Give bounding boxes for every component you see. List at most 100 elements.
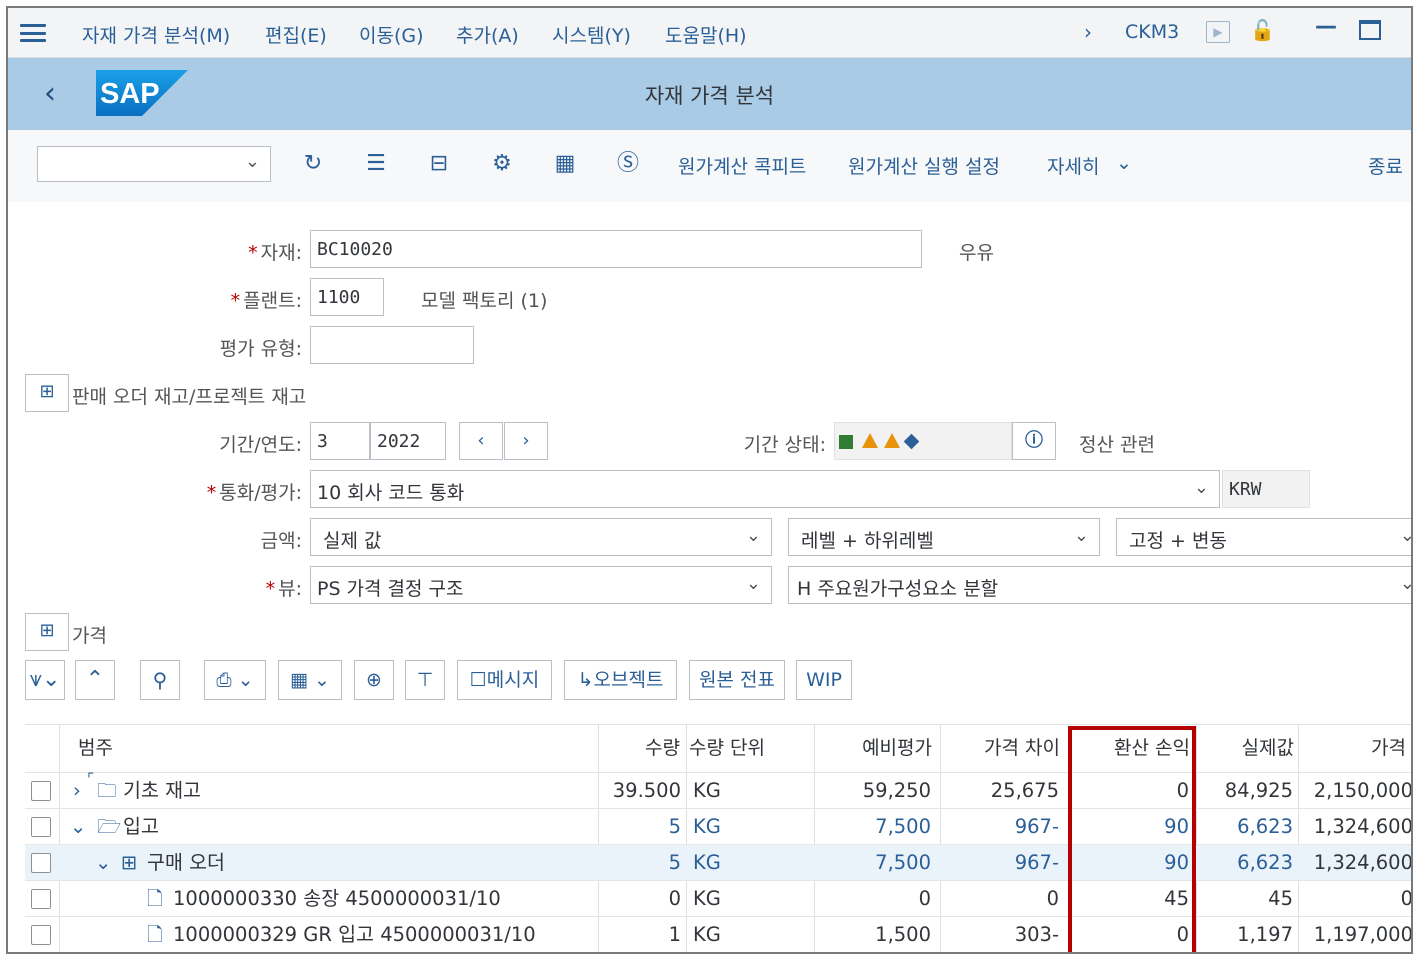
view-select[interactable]: PS 가격 결정 구조 ⌄ [310, 566, 772, 604]
menu-goto[interactable]: 이동(G) [359, 21, 424, 48]
row-price: 1,197,000 [1313, 923, 1413, 946]
more-button[interactable]: 자세히 [1047, 152, 1099, 179]
row-price-difference[interactable]: 967- [943, 809, 1059, 845]
column-header-unit[interactable]: 수량 단위 [689, 724, 765, 772]
column-header-quantity[interactable]: 수량 [604, 724, 680, 772]
original-document-button[interactable]: 원본 전표 [689, 660, 785, 700]
row-quantity[interactable]: 5 [599, 809, 681, 845]
material-input[interactable]: BC10020 [310, 230, 922, 268]
grid-layout-icon[interactable]: ▦ [551, 150, 579, 178]
row-price-difference: 25,675 [990, 779, 1059, 802]
table-row[interactable]: 🗋 1000000330 송장 4500000031/10 0 KG 0 0 4… [25, 880, 1411, 916]
expand-all-icon[interactable]: ⩛⌄ [25, 660, 65, 700]
row-price-difference[interactable]: 967- [943, 845, 1059, 881]
hamburger-menu-icon[interactable] [20, 24, 46, 42]
transaction-code: CKM3 [1125, 21, 1180, 43]
search-icon[interactable]: ⚲ [140, 660, 180, 700]
column-header-actual-value[interactable]: 실제값 [1198, 724, 1294, 772]
menu-extras[interactable]: 추가(A) [456, 21, 519, 48]
row-select-checkbox[interactable] [31, 925, 51, 945]
bracket-icon: ⌜ [87, 770, 95, 788]
row-unit: KG [693, 815, 721, 838]
row-price-difference: 0 [1046, 887, 1059, 910]
next-period-button[interactable]: › [504, 422, 548, 460]
row-actual-value[interactable]: 6,623 [1197, 845, 1293, 881]
row-price-difference: 303- [1014, 923, 1059, 946]
row-select-checkbox[interactable] [31, 817, 51, 837]
row-preliminary[interactable]: 7,500 [815, 845, 931, 881]
page-title: 자재 가격 분석 [644, 84, 775, 108]
maximize-icon[interactable] [1359, 20, 1381, 40]
refresh-icon[interactable]: ↻ [299, 150, 327, 178]
costing-cockpit-button[interactable]: 원가계산 콕피트 [678, 152, 806, 179]
table-row[interactable]: ⌄ ⊞ 구매 오더 5 KG 7,500 967- 90 6,623 1,324… [25, 844, 1411, 881]
menu-edit[interactable]: 편집(E) [265, 21, 327, 48]
fixed-variable-select[interactable]: 고정 + 변동⌄ [1116, 518, 1411, 556]
column-header-preliminary-valuation[interactable]: 예비평가 [816, 724, 932, 772]
currency-valuation-select[interactable]: 10 회사 코드 통화 ⌄ [310, 470, 1220, 508]
previous-period-button[interactable]: ‹ [459, 422, 503, 460]
zoom-icon[interactable]: ⊕ [354, 660, 394, 700]
chevron-down-icon[interactable]: ⌄ [95, 845, 111, 881]
object-list-icon: ↳ [577, 669, 594, 691]
unlock-icon[interactable]: 🔓 [1250, 18, 1275, 42]
cost-component-split-select[interactable]: H 주요원가구성요소 분할⌄ [788, 566, 1411, 604]
menu-material-price-analysis[interactable]: 자재 가격 분석(M) [82, 21, 230, 48]
chevron-down-icon[interactable]: ⌄ [70, 809, 86, 845]
print-menu-icon[interactable]: ⎙ ⌄ [204, 660, 266, 700]
column-header-price[interactable]: 가격 [1300, 724, 1406, 772]
chevron-right-icon[interactable]: › [73, 773, 81, 809]
plant-input[interactable]: 1100 [310, 278, 384, 316]
chevron-down-icon[interactable]: ⌄ [1116, 152, 1132, 174]
menu-bar: 자재 가격 분석(M) 편집(E) 이동(G) 추가(A) 시스템(Y) 도움말… [8, 8, 1411, 58]
message-button[interactable]: ☐메시지 [457, 660, 552, 700]
expand-price-section-icon[interactable]: ⊞ [25, 613, 69, 651]
document-settings-icon[interactable]: ☰ [362, 150, 390, 178]
info-icon[interactable]: ⓘ [1012, 422, 1056, 460]
plant-label: * 플랜트: [230, 290, 302, 312]
chevron-down-icon: ⌄ [1193, 477, 1209, 498]
minimize-icon[interactable]: — [1315, 14, 1337, 39]
expand-section-icon[interactable]: ⊞ [25, 374, 69, 412]
chevron-right-icon[interactable]: › [1084, 20, 1092, 44]
row-category: 입고 [123, 815, 159, 838]
amount-select[interactable]: 실제 값 ⌄ [310, 518, 772, 556]
folder-icon: 🗀 [97, 779, 117, 802]
layout-menu-icon[interactable]: ▦ ⌄ [278, 660, 342, 700]
chevron-down-icon: ⌄ [745, 525, 761, 546]
chevron-down-icon: ⌄ [1400, 525, 1411, 546]
table-row[interactable]: ⌄ 🗁 입고 5 KG 7,500 967- 90 6,623 1,324,60… [25, 808, 1411, 845]
costing-run-settings-button[interactable]: 원가계산 실행 설정 [848, 152, 1000, 179]
column-header-price-difference[interactable]: 가격 차이 [944, 724, 1060, 772]
table-row[interactable]: 🗋 1000000329 GR 입고 4500000031/10 1 KG 1,… [25, 916, 1413, 952]
settlement-label: 정산 관련 [1079, 434, 1155, 456]
open-folder-icon: 🗁 [97, 815, 122, 838]
chevron-down-icon: ⌄ [244, 151, 260, 172]
hierarchy-icon[interactable]: ⊟ [425, 150, 453, 178]
toolbar-dropdown[interactable]: ⌄ [37, 146, 271, 182]
period-input[interactable]: 3 [310, 422, 370, 460]
column-header-category[interactable]: 범주 [78, 724, 113, 772]
row-preliminary[interactable]: 7,500 [815, 809, 931, 845]
row-select-checkbox[interactable] [31, 781, 51, 801]
play-icon[interactable]: ▶ [1206, 21, 1230, 43]
row-preliminary: 0 [918, 887, 931, 910]
cost-component-icon[interactable]: ⚙ [488, 150, 516, 178]
table-row[interactable]: › ⌜ 🗀 기초 재고 39.500 KG 59,250 25,675 0 84… [25, 770, 1411, 809]
wip-button[interactable]: WIP [796, 660, 852, 700]
row-actual-value[interactable]: 6,623 [1197, 809, 1293, 845]
money-bag-icon[interactable]: Ⓢ [614, 150, 642, 178]
row-select-checkbox[interactable] [31, 853, 51, 873]
collapse-all-icon[interactable]: ⌃ [75, 660, 115, 700]
menu-help[interactable]: 도움말(H) [665, 21, 747, 48]
object-button[interactable]: ↳오브젝트 [564, 660, 677, 700]
row-quantity[interactable]: 5 [599, 845, 681, 881]
level-select[interactable]: 레벨 + 하위레벨 ⌄ [788, 518, 1100, 556]
row-select-checkbox[interactable] [31, 889, 51, 909]
menu-system[interactable]: 시스템(Y) [552, 21, 631, 48]
exit-button[interactable]: 종료 [1368, 152, 1403, 179]
valuation-type-input[interactable] [310, 326, 474, 364]
year-input[interactable]: 2022 [370, 422, 446, 460]
material-label: * 자재: [248, 242, 302, 264]
structure-icon[interactable]: ⊤ [405, 660, 445, 700]
